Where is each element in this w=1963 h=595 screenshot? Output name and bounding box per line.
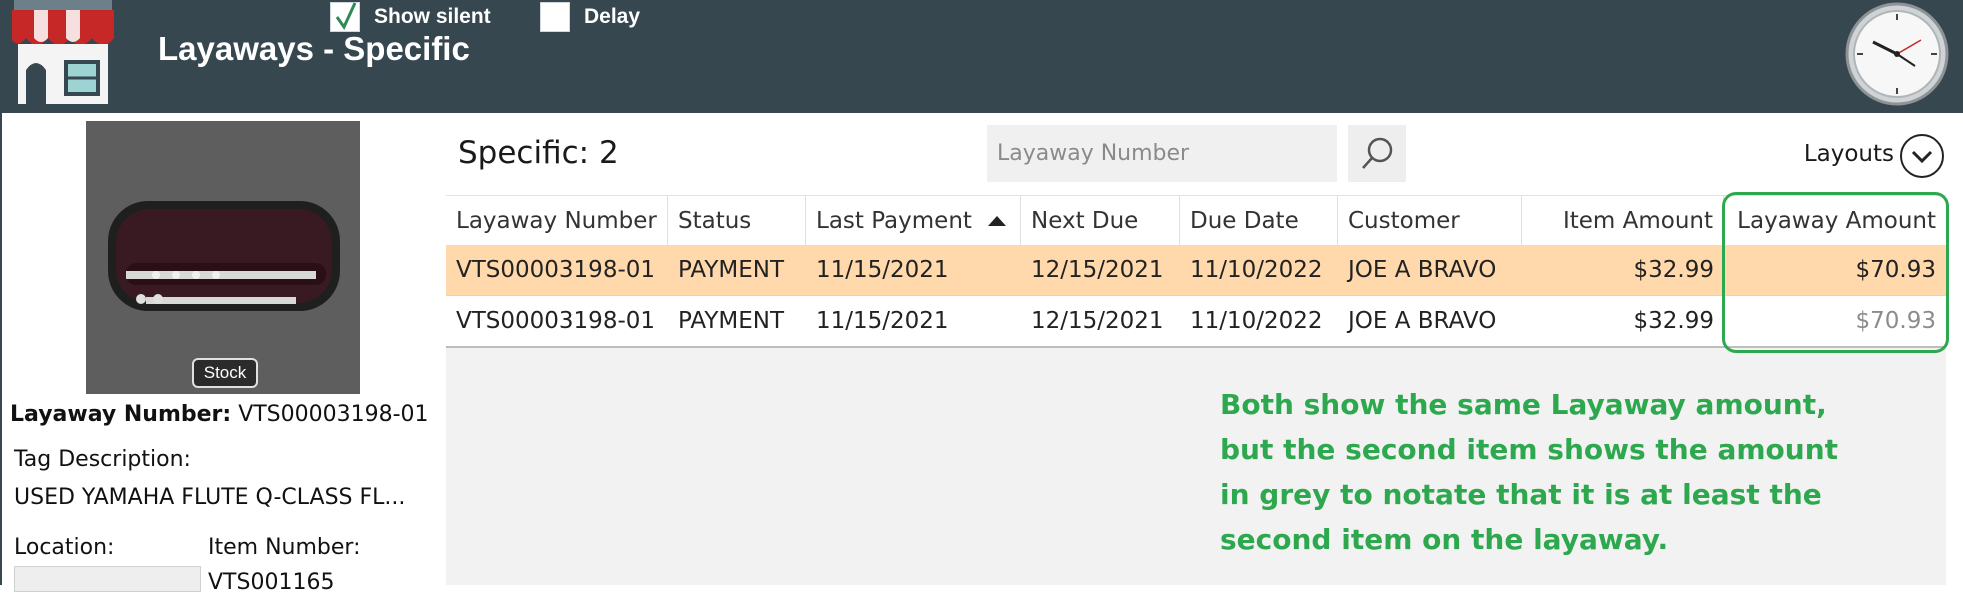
cell-customer: JOE A BRAVO <box>1348 257 1497 283</box>
layouts-label[interactable]: Layouts <box>1804 141 1894 167</box>
app-header: Show silent Delay Layaways - Specific <box>0 0 1963 113</box>
item-number-label: Item Number: <box>208 535 361 560</box>
tag-description-label: Tag Description: <box>14 447 191 472</box>
layaway-number-field: Layaway Number: VTS00003198-01 <box>10 402 429 427</box>
cell-item-amount: $32.99 <box>1633 257 1714 283</box>
show-silent-label: Show silent <box>374 5 491 28</box>
item-number-value: VTS001165 <box>208 570 335 595</box>
column-header-last-payment[interactable]: Last Payment <box>806 196 1021 245</box>
column-header-customer[interactable]: Customer <box>1338 196 1522 245</box>
column-header-due-date[interactable]: Due Date <box>1180 196 1338 245</box>
cell-last-payment: 11/15/2021 <box>816 308 949 334</box>
cell-status: PAYMENT <box>678 308 785 334</box>
layaway-amount-highlight <box>1722 192 1949 353</box>
column-header-layaway-number[interactable]: Layaway Number <box>446 196 668 245</box>
location-label: Location: <box>14 535 115 560</box>
sort-ascending-icon <box>987 215 1006 226</box>
annotation-line-4: second item on the layaway. <box>1220 523 1669 556</box>
search-icon <box>1362 137 1393 169</box>
cell-due-date: 11/10/2022 <box>1190 257 1323 283</box>
column-header-item-amount[interactable]: Item Amount <box>1522 196 1724 245</box>
location-field[interactable] <box>14 566 201 592</box>
store-icon <box>12 0 114 104</box>
layaway-number-label: Layaway Number: <box>10 402 232 427</box>
show-silent-checkbox[interactable] <box>330 2 360 32</box>
results-toolbar: Specific: 2 Layouts <box>446 113 1946 195</box>
cell-item-amount: $32.99 <box>1633 308 1714 334</box>
table-header-row: Layaway Number Status Last Payment Next … <box>446 195 1946 246</box>
cell-due-date: 11/10/2022 <box>1190 308 1323 334</box>
tag-description-value: USED YAMAHA FLUTE Q-CLASS FL... <box>14 485 406 510</box>
column-header-next-due[interactable]: Next Due <box>1021 196 1180 245</box>
cell-last-payment: 11/15/2021 <box>816 257 949 283</box>
annotation-line-3: in grey to notate that it is at least th… <box>1220 478 1822 511</box>
show-silent-option[interactable]: Show silent <box>330 2 491 32</box>
table-row[interactable]: VTS00003198-01 PAYMENT 11/15/2021 12/15/… <box>446 296 1946 348</box>
annotation-line-2: but the second item shows the amount <box>1220 433 1839 466</box>
annotation-line-1: Both show the same Layaway amount, <box>1220 388 1827 421</box>
layaway-number-value: VTS00003198-01 <box>238 402 429 427</box>
layaway-number-search-input[interactable] <box>987 125 1337 182</box>
product-image[interactable]: Stock <box>86 121 360 394</box>
cell-next-due: 12/15/2021 <box>1031 257 1164 283</box>
cell-status: PAYMENT <box>678 257 785 283</box>
column-header-last-payment-label: Last Payment <box>816 207 972 234</box>
cell-customer: JOE A BRAVO <box>1348 308 1497 334</box>
search-button[interactable] <box>1348 125 1406 182</box>
left-panel-border <box>0 113 2 585</box>
table-row[interactable]: VTS00003198-01 PAYMENT 11/15/2021 12/15/… <box>446 245 1946 296</box>
layouts-dropdown-button[interactable] <box>1900 134 1944 178</box>
flute-case-image <box>86 121 360 394</box>
delay-option[interactable]: Delay <box>540 2 640 32</box>
chevron-down-icon <box>1911 150 1933 164</box>
cell-next-due: 12/15/2021 <box>1031 308 1164 334</box>
cell-layaway-number: VTS00003198-01 <box>456 257 656 283</box>
delay-checkbox[interactable] <box>540 2 570 32</box>
annotation-text: Both show the same Layaway amount, but t… <box>1220 382 1920 562</box>
delay-label: Delay <box>584 5 641 28</box>
stock-badge: Stock <box>192 358 258 388</box>
result-count: Specific: 2 <box>458 135 619 171</box>
clock-icon <box>1845 2 1949 106</box>
cell-layaway-number: VTS00003198-01 <box>456 308 656 334</box>
column-header-status[interactable]: Status <box>668 196 806 245</box>
page-title: Layaways - Specific <box>158 30 470 67</box>
check-icon <box>335 2 357 31</box>
